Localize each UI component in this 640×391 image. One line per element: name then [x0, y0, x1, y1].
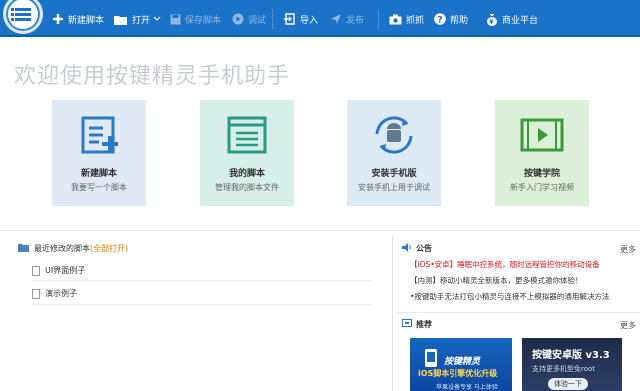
panel-divider	[392, 236, 393, 391]
new-script-label: 新建脚本	[68, 15, 105, 26]
window-list-icon	[200, 114, 294, 156]
announce-item-text: 【内测】移动小精灵全新版本，更多模式邀你体验！	[410, 276, 583, 285]
announce-item-text: 【iOS•安卓】睡眠中控系统，随时远程管控你的移动设备	[410, 260, 600, 269]
file-icon	[32, 288, 40, 299]
publish-icon	[331, 14, 341, 24]
import-label: 导入	[300, 15, 319, 26]
camera-icon	[389, 14, 402, 24]
promo-banner-android[interactable]: 按键安卓版 v3.3 支持更多机型免root 体验一下	[522, 338, 622, 391]
file-name: UI界面例子	[45, 266, 86, 275]
row-divider	[32, 280, 372, 281]
file-name: 演示例子	[45, 289, 77, 298]
promo-headline: iOS脚本引擎优化升级	[418, 369, 498, 378]
play-icon	[232, 13, 244, 25]
promo-tagline: 苹果设备专享 马上体验	[436, 384, 498, 391]
chevron-down-icon	[153, 16, 161, 21]
open-label: 打开	[132, 15, 151, 26]
main-menu-button[interactable]	[3, 0, 43, 34]
phone-icon	[425, 349, 437, 367]
announce-title: 公告	[416, 244, 432, 253]
publish-label: 发布	[346, 15, 365, 26]
announce-item-text: •按键助手无法打包小精灵与连接不上模拟器的通用解决方法	[410, 292, 610, 301]
save-script-label: 保存脚本	[185, 15, 222, 26]
publish-button[interactable]: 发布	[330, 10, 364, 28]
business-platform-label: 商业平台	[502, 15, 539, 26]
capture-button[interactable]: 抓抓	[389, 10, 424, 28]
card-title: 我的脚本	[228, 169, 265, 179]
help-icon: ?	[434, 13, 446, 25]
promo-button[interactable]: 体验一下	[548, 378, 588, 390]
card-subtitle: 新手入门学习视频	[510, 183, 574, 192]
import-icon	[284, 13, 295, 25]
recommend-icon	[402, 319, 412, 327]
welcome-title: 欢迎使用按键精灵手机助手	[14, 64, 291, 89]
speaker-icon	[402, 243, 411, 252]
card-new-script[interactable]: 新建脚本 我要写一个脚本	[52, 100, 146, 206]
plus-icon	[53, 14, 63, 24]
recent-scripts-label: 最近修改的脚本	[34, 244, 90, 253]
open-button[interactable]: 打开	[114, 10, 165, 28]
section-divider	[0, 230, 640, 231]
video-film-icon	[495, 114, 589, 156]
business-platform-button[interactable]: ¥ 商业平台	[486, 10, 538, 28]
recent-file-item[interactable]: 演示例子	[32, 288, 77, 299]
import-button[interactable]: 导入	[284, 10, 318, 28]
card-title: 新建脚本	[80, 169, 117, 179]
card-subtitle: 我要写一个脚本	[71, 183, 127, 192]
promo-line: 支持更多机型免root	[532, 365, 596, 373]
recent-file-item[interactable]: UI界面例子	[32, 265, 85, 276]
file-icon	[32, 265, 40, 276]
folder-open-icon	[18, 244, 29, 252]
announce-more-link[interactable]: 更多	[620, 244, 636, 255]
android-sync-icon	[347, 114, 441, 156]
card-academy[interactable]: 按键学院 新手入门学习视频	[495, 100, 589, 206]
help-label: 帮助	[450, 15, 469, 26]
card-my-scripts[interactable]: 我的脚本 管理我的脚本文件	[200, 100, 294, 206]
debug-label: 调试	[248, 15, 267, 26]
capture-label: 抓抓	[406, 15, 425, 26]
money-bag-icon: ¥	[487, 13, 497, 26]
save-script-button[interactable]: 保存脚本	[170, 10, 221, 28]
new-script-button[interactable]: 新建脚本	[52, 10, 104, 28]
svg-text:?: ?	[437, 16, 442, 26]
recommend-more-link[interactable]: 更多	[620, 320, 636, 331]
promo-brand: 按键安卓版 v3.3	[532, 350, 610, 361]
row-divider	[32, 304, 372, 305]
promo-banner-ios[interactable]: 按键精灵 iOS脚本引擎优化升级 苹果设备专享 马上体验	[410, 338, 512, 391]
recent-scripts-title: 最近修改的脚本(全部打开)	[34, 243, 128, 254]
announce-item[interactable]: 【iOS•安卓】睡眠中控系统，随时远程管控你的移动设备	[410, 259, 600, 270]
announce-item[interactable]: 【内测】移动小精灵全新版本，更多模式邀你体验！	[410, 275, 583, 286]
card-title: 安装手机版	[371, 169, 417, 179]
debug-button[interactable]: 调试	[232, 10, 266, 28]
promo-brand: 按键精灵	[444, 357, 481, 367]
new-document-icon	[52, 114, 146, 156]
main-toolbar: 新建脚本 打开 保存脚本 调试 导入 发布 抓抓 ? 帮助 ¥ 商业平台	[0, 0, 640, 37]
help-button[interactable]: ? 帮助	[434, 10, 468, 28]
toolbar-separator	[378, 9, 379, 29]
announce-item[interactable]: •按键助手无法打包小精灵与连接不上模拟器的通用解决方法	[410, 291, 609, 302]
toolbar-separator	[272, 9, 273, 29]
menu-icon	[11, 8, 31, 22]
folder-icon	[114, 15, 127, 25]
recommend-title: 推荐	[416, 320, 432, 329]
save-icon	[170, 14, 181, 24]
section-divider	[396, 312, 640, 313]
open-all-link[interactable]: (全部打开)	[90, 244, 128, 253]
card-subtitle: 安装手机上用于调试	[358, 183, 430, 192]
card-install-mobile[interactable]: 安装手机版 安装手机上用于调试	[347, 100, 441, 206]
card-subtitle: 管理我的脚本文件	[215, 183, 279, 192]
card-title: 按键学院	[523, 169, 560, 179]
